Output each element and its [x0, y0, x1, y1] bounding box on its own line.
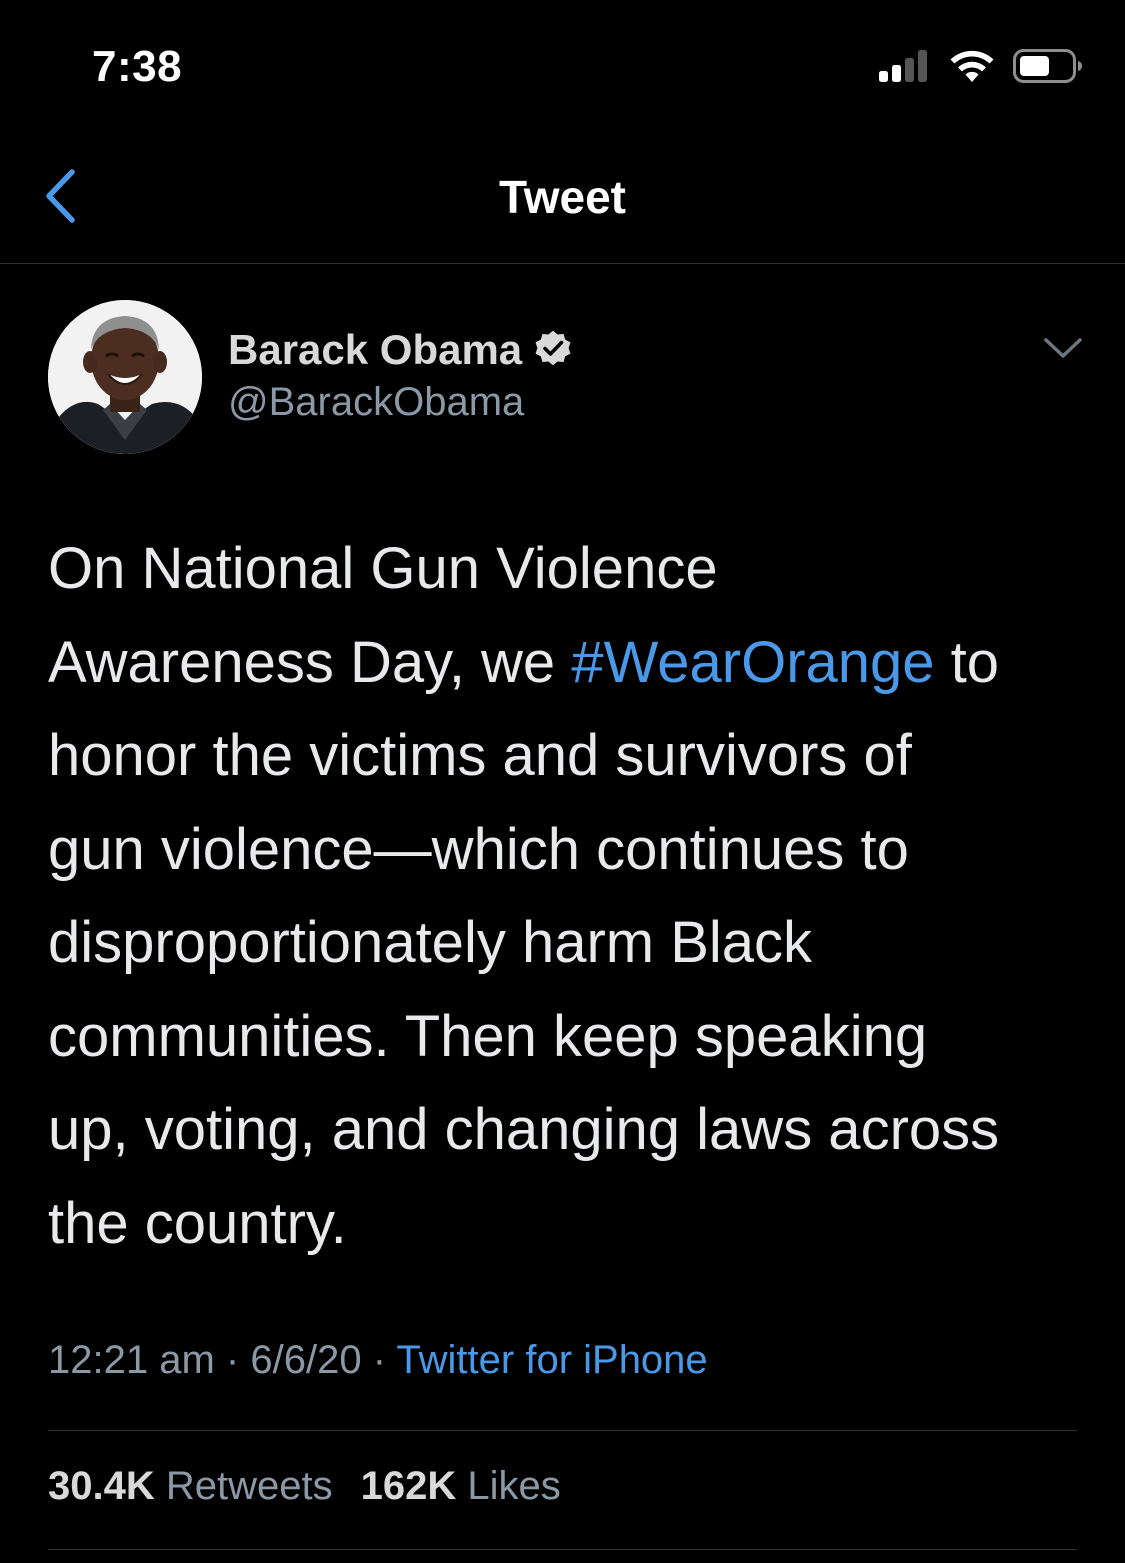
author-name[interactable]: Barack Obama	[228, 326, 522, 374]
tweet-text: On National Gun Violence Awareness Day, …	[48, 522, 1088, 1270]
tweet-meta: 12:21 am · 6/6/20 · Twitter for iPhone	[48, 1338, 708, 1383]
meta-separator: ·	[372, 1338, 387, 1382]
tweet-text-line: gun violence—which continues to	[48, 816, 909, 882]
battery-icon	[1013, 48, 1083, 88]
tweet-stats: 30.4K Retweets 162K Likes	[48, 1464, 561, 1509]
divider	[48, 1549, 1077, 1550]
likes-label: Likes	[467, 1464, 561, 1508]
tweet-date: 6/6/20	[250, 1338, 362, 1382]
tweet-text-line: Awareness Day, we #WearOrange to	[48, 629, 1000, 695]
wifi-icon	[949, 49, 995, 88]
nav-header: Tweet	[0, 140, 1125, 264]
tweet-text-line: the country.	[48, 1190, 347, 1256]
verified-badge-icon	[532, 327, 574, 374]
tweet-text-line: On National Gun Violence	[48, 536, 718, 601]
retweets-count: 30.4K	[48, 1464, 155, 1508]
author-handle[interactable]: @BarackObama	[228, 380, 574, 425]
chevron-down-icon	[1043, 336, 1083, 365]
tweet-text-line: honor the victims and survivors of	[48, 723, 912, 788]
meta-separator: ·	[225, 1338, 240, 1382]
likes-count: 162K	[360, 1464, 457, 1508]
tweet-text-line: communities. Then keep speaking	[48, 1003, 928, 1069]
likes-stat[interactable]: 162K Likes	[361, 1464, 561, 1509]
tweet-author[interactable]: Barack Obama @BarackObama	[228, 322, 574, 425]
hashtag-link[interactable]: #WearOrange	[571, 630, 934, 695]
tweet-text-line: disproportionately harm Black	[48, 910, 813, 975]
status-time: 7:38	[92, 42, 183, 91]
tweet-time: 12:21 am	[48, 1338, 215, 1382]
tweet-text-line: up, voting, and changing laws across	[48, 1097, 1000, 1162]
avatar[interactable]	[48, 300, 202, 454]
tweet-options-button[interactable]	[1039, 330, 1087, 370]
status-bar: 7:38	[0, 0, 1125, 140]
tweet-source-link[interactable]: Twitter for iPhone	[396, 1338, 707, 1382]
status-icons	[879, 48, 1083, 88]
cellular-signal-icon	[879, 49, 931, 88]
divider	[48, 1430, 1077, 1431]
retweets-label: Retweets	[165, 1464, 333, 1508]
retweets-stat[interactable]: 30.4K Retweets	[48, 1464, 333, 1509]
page-title: Tweet	[499, 171, 626, 223]
